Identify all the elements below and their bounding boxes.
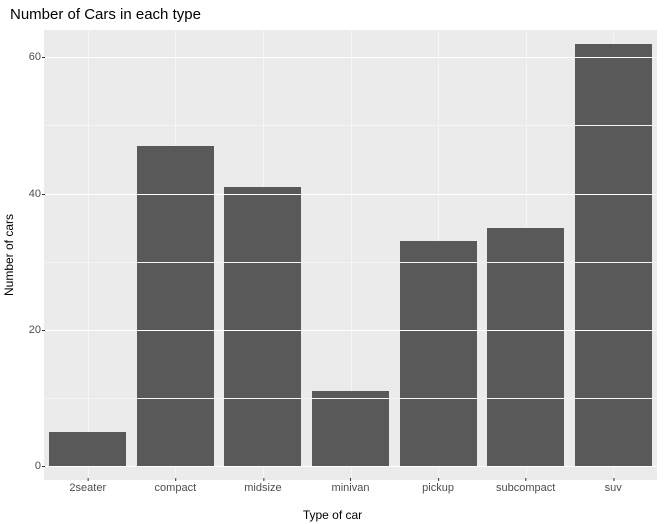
x-tick-label: 2seater xyxy=(69,482,106,494)
grid-major xyxy=(44,466,657,467)
x-axis-label: Type of car xyxy=(0,508,665,522)
grid-major xyxy=(44,330,657,331)
bar xyxy=(400,241,477,466)
y-tick-label: 20 xyxy=(5,324,41,336)
bars-layer xyxy=(44,30,657,480)
bar xyxy=(487,228,564,467)
bar xyxy=(575,44,652,467)
bar xyxy=(224,187,301,467)
grid-minor xyxy=(44,125,657,126)
y-tick-label: 60 xyxy=(5,51,41,63)
plot-panel xyxy=(44,30,657,480)
x-tick-label: suv xyxy=(605,482,622,494)
x-tick-label: compact xyxy=(155,482,197,494)
grid-major xyxy=(44,194,657,195)
y-tick-label: 0 xyxy=(5,460,41,472)
y-tick-label: 40 xyxy=(5,188,41,200)
y-axis-label: Number of cars xyxy=(2,173,16,255)
chart-container: Number of Cars in each type Number of ca… xyxy=(0,0,665,524)
x-tick-label: midsize xyxy=(244,482,281,494)
grid-minor xyxy=(44,398,657,399)
chart-title: Number of Cars in each type xyxy=(10,6,201,23)
grid-minor xyxy=(44,262,657,263)
grid-major xyxy=(44,57,657,58)
bar xyxy=(49,432,126,466)
x-tick-label: subcompact xyxy=(496,482,555,494)
bar xyxy=(312,391,389,466)
x-tick-label: minivan xyxy=(332,482,370,494)
x-tick-label: pickup xyxy=(422,482,454,494)
